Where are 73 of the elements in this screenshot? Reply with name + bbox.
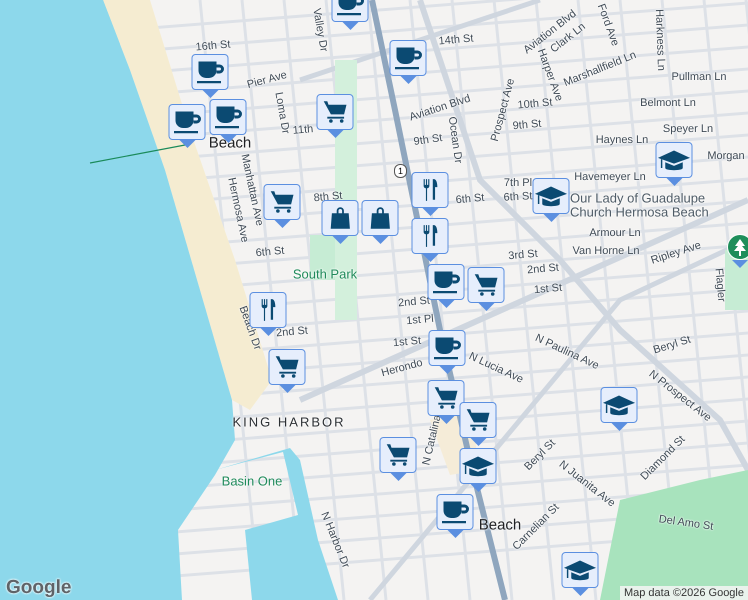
city-label: Beach — [208, 134, 252, 152]
street-label: Havemeyer Ln — [574, 171, 646, 183]
coffee-cup-icon — [213, 105, 243, 129]
street-label: 1st St — [392, 334, 422, 350]
coffee-cup-icon — [431, 270, 461, 294]
fork-knife-icon — [422, 224, 438, 248]
shopping-cart-icon — [465, 408, 491, 432]
fork-knife-icon — [422, 178, 438, 202]
street-label: Beach Dr — [236, 304, 264, 352]
street-label: Valley Dr — [310, 7, 330, 53]
shopping-cart-icon — [473, 273, 499, 297]
coffee-cup-icon — [393, 46, 423, 70]
graduation-cap-icon — [534, 184, 568, 208]
street-label: 10th St — [517, 96, 553, 112]
shopping-cart-icon — [385, 443, 411, 467]
google-logo: Google — [6, 577, 72, 599]
street-label: 1st Pl — [406, 312, 434, 328]
street-label: 11th — [292, 123, 314, 137]
street-label: 6th St — [503, 190, 533, 204]
street-label: Loma Dr — [272, 91, 292, 135]
street-label: Ocean Dr — [446, 116, 464, 164]
street-label: Flagler — [712, 268, 728, 302]
street-label: 1st St — [533, 282, 563, 296]
coffee-cup-icon — [440, 500, 470, 524]
street-label: Speyer Ln — [662, 123, 714, 135]
street-label: 9th St — [412, 132, 444, 148]
street-label: Beryl St — [652, 334, 692, 356]
graduation-cap-icon — [460, 454, 496, 478]
place-label: Our Lady of Guadalupe Church Hermosa Beach — [570, 191, 710, 219]
street-label: Van Horne Ln — [572, 245, 640, 257]
shopping-cart-icon — [322, 100, 348, 124]
shopping-bag-icon — [329, 206, 351, 230]
street-label: N Harbor Dr — [318, 510, 352, 570]
street-label: Ford Ave — [594, 2, 622, 48]
street-label: Pullman Ln — [671, 71, 727, 83]
street-label: 2nd St — [526, 262, 560, 276]
street-label: 6th St — [455, 192, 485, 206]
shopping-bag-icon — [369, 206, 391, 230]
district-label: KING HARBOR — [232, 414, 346, 430]
street-label: 3rd St — [508, 248, 538, 262]
street-label: 6th St — [255, 244, 285, 260]
shopping-cart-icon — [269, 190, 295, 214]
park-label: South Park — [292, 266, 358, 282]
coffee-cup-icon — [195, 60, 225, 84]
street-label: 2nd St — [398, 294, 430, 310]
street-label: 16th St — [195, 38, 231, 54]
park-label: Basin One — [222, 474, 282, 488]
street-label: Morgan — [707, 150, 745, 162]
graduation-cap-icon — [562, 558, 598, 582]
street-label: Haynes Ln — [596, 134, 648, 146]
street-label: Del Amo St — [658, 513, 714, 533]
street-label: 14th St — [438, 32, 474, 48]
street-label: 9th St — [512, 118, 542, 132]
tree-icon — [733, 238, 747, 256]
shopping-cart-icon — [433, 386, 459, 410]
street-label: N Catalina — [420, 414, 444, 466]
shopping-cart-icon — [274, 355, 300, 379]
street-label: 7th Pl — [504, 177, 532, 189]
attribution-text[interactable]: Map data ©2026 Google — [620, 586, 748, 600]
coffee-cup-icon — [172, 110, 202, 134]
street-label: 2nd St — [276, 324, 308, 340]
street-label: Pier Ave — [246, 68, 288, 92]
coffee-cup-icon — [432, 336, 462, 360]
street-label: Ripley Ave — [650, 239, 702, 267]
street-label: Herondo — [380, 356, 424, 380]
street-label: N Lucia Ave — [466, 350, 526, 386]
graduation-cap-icon — [656, 148, 692, 172]
street-label: 8th St — [313, 190, 343, 204]
fork-knife-icon — [260, 298, 276, 322]
graduation-cap-icon — [602, 393, 636, 417]
street-label: Belmont Ln — [640, 97, 696, 109]
street-label: Harkness Ln — [652, 8, 668, 72]
street-label: Armour Ln — [589, 227, 641, 239]
